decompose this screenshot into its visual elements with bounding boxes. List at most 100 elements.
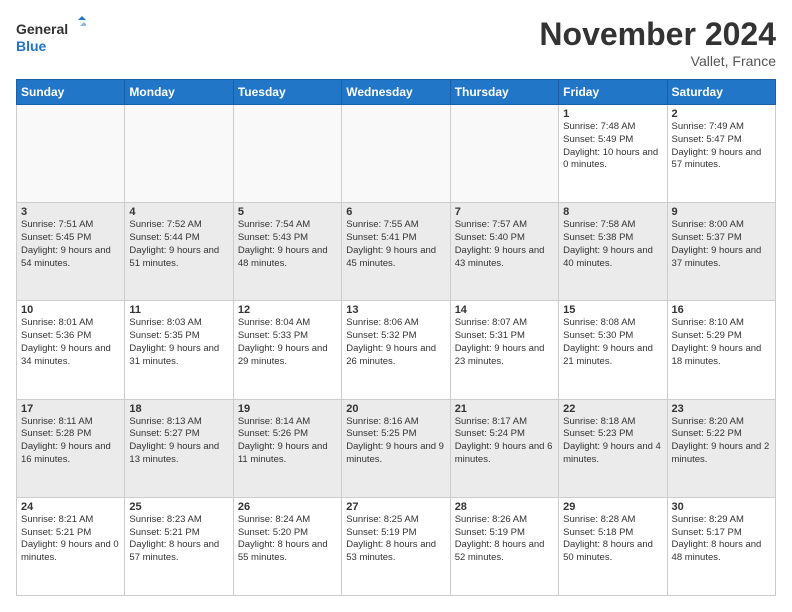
day-number: 8 [563, 206, 662, 218]
svg-text:General: General [16, 21, 68, 37]
day-number: 22 [563, 403, 662, 415]
calendar-day-cell: 4Sunrise: 7:52 AM Sunset: 5:44 PM Daylig… [125, 203, 233, 301]
day-number: 29 [563, 501, 662, 513]
header: General Blue November 2024 Vallet, Franc… [16, 16, 776, 69]
day-info: Sunrise: 8:14 AM Sunset: 5:26 PM Dayligh… [238, 416, 337, 467]
page: General Blue November 2024 Vallet, Franc… [0, 0, 792, 612]
calendar-day-cell: 24Sunrise: 8:21 AM Sunset: 5:21 PM Dayli… [17, 497, 125, 595]
month-title: November 2024 [539, 16, 776, 53]
calendar-day-cell: 15Sunrise: 8:08 AM Sunset: 5:30 PM Dayli… [559, 301, 667, 399]
day-number: 2 [672, 108, 771, 120]
day-info: Sunrise: 8:29 AM Sunset: 5:17 PM Dayligh… [672, 514, 771, 565]
day-info: Sunrise: 8:01 AM Sunset: 5:36 PM Dayligh… [21, 317, 120, 368]
calendar-weekday-header: Saturday [667, 80, 775, 105]
calendar-day-cell: 13Sunrise: 8:06 AM Sunset: 5:32 PM Dayli… [342, 301, 450, 399]
day-info: Sunrise: 8:18 AM Sunset: 5:23 PM Dayligh… [563, 416, 662, 467]
calendar-day-cell: 25Sunrise: 8:23 AM Sunset: 5:21 PM Dayli… [125, 497, 233, 595]
calendar-day-cell: 28Sunrise: 8:26 AM Sunset: 5:19 PM Dayli… [450, 497, 558, 595]
calendar-day-cell [450, 105, 558, 203]
calendar-week-row: 17Sunrise: 8:11 AM Sunset: 5:28 PM Dayli… [17, 399, 776, 497]
day-number: 6 [346, 206, 445, 218]
day-number: 20 [346, 403, 445, 415]
day-info: Sunrise: 7:55 AM Sunset: 5:41 PM Dayligh… [346, 219, 445, 270]
calendar-day-cell: 20Sunrise: 8:16 AM Sunset: 5:25 PM Dayli… [342, 399, 450, 497]
day-info: Sunrise: 7:49 AM Sunset: 5:47 PM Dayligh… [672, 121, 771, 172]
day-info: Sunrise: 8:16 AM Sunset: 5:25 PM Dayligh… [346, 416, 445, 467]
calendar-day-cell: 8Sunrise: 7:58 AM Sunset: 5:38 PM Daylig… [559, 203, 667, 301]
day-info: Sunrise: 7:48 AM Sunset: 5:49 PM Dayligh… [563, 121, 662, 172]
calendar-day-cell: 3Sunrise: 7:51 AM Sunset: 5:45 PM Daylig… [17, 203, 125, 301]
calendar-header-row: SundayMondayTuesdayWednesdayThursdayFrid… [17, 80, 776, 105]
logo: General Blue [16, 16, 86, 56]
calendar-weekday-header: Thursday [450, 80, 558, 105]
day-number: 17 [21, 403, 120, 415]
calendar-weekday-header: Friday [559, 80, 667, 105]
calendar-day-cell: 30Sunrise: 8:29 AM Sunset: 5:17 PM Dayli… [667, 497, 775, 595]
calendar-day-cell: 17Sunrise: 8:11 AM Sunset: 5:28 PM Dayli… [17, 399, 125, 497]
day-number: 16 [672, 304, 771, 316]
day-number: 19 [238, 403, 337, 415]
calendar-day-cell: 1Sunrise: 7:48 AM Sunset: 5:49 PM Daylig… [559, 105, 667, 203]
calendar-day-cell: 21Sunrise: 8:17 AM Sunset: 5:24 PM Dayli… [450, 399, 558, 497]
day-number: 12 [238, 304, 337, 316]
day-number: 1 [563, 108, 662, 120]
day-info: Sunrise: 8:08 AM Sunset: 5:30 PM Dayligh… [563, 317, 662, 368]
day-number: 30 [672, 501, 771, 513]
logo-svg: General Blue [16, 16, 86, 56]
day-info: Sunrise: 8:20 AM Sunset: 5:22 PM Dayligh… [672, 416, 771, 467]
day-number: 28 [455, 501, 554, 513]
calendar-day-cell: 10Sunrise: 8:01 AM Sunset: 5:36 PM Dayli… [17, 301, 125, 399]
calendar-weekday-header: Monday [125, 80, 233, 105]
day-info: Sunrise: 8:07 AM Sunset: 5:31 PM Dayligh… [455, 317, 554, 368]
day-number: 26 [238, 501, 337, 513]
location: Vallet, France [539, 53, 776, 69]
calendar-day-cell: 16Sunrise: 8:10 AM Sunset: 5:29 PM Dayli… [667, 301, 775, 399]
calendar-weekday-header: Tuesday [233, 80, 341, 105]
title-section: November 2024 Vallet, France [539, 16, 776, 69]
day-info: Sunrise: 8:24 AM Sunset: 5:20 PM Dayligh… [238, 514, 337, 565]
day-number: 23 [672, 403, 771, 415]
day-info: Sunrise: 8:13 AM Sunset: 5:27 PM Dayligh… [129, 416, 228, 467]
day-info: Sunrise: 8:23 AM Sunset: 5:21 PM Dayligh… [129, 514, 228, 565]
calendar-day-cell: 5Sunrise: 7:54 AM Sunset: 5:43 PM Daylig… [233, 203, 341, 301]
calendar-day-cell: 14Sunrise: 8:07 AM Sunset: 5:31 PM Dayli… [450, 301, 558, 399]
calendar-week-row: 1Sunrise: 7:48 AM Sunset: 5:49 PM Daylig… [17, 105, 776, 203]
calendar-week-row: 3Sunrise: 7:51 AM Sunset: 5:45 PM Daylig… [17, 203, 776, 301]
day-info: Sunrise: 8:04 AM Sunset: 5:33 PM Dayligh… [238, 317, 337, 368]
day-number: 21 [455, 403, 554, 415]
calendar-day-cell: 18Sunrise: 8:13 AM Sunset: 5:27 PM Dayli… [125, 399, 233, 497]
day-number: 27 [346, 501, 445, 513]
calendar-day-cell: 22Sunrise: 8:18 AM Sunset: 5:23 PM Dayli… [559, 399, 667, 497]
day-number: 13 [346, 304, 445, 316]
calendar-day-cell: 29Sunrise: 8:28 AM Sunset: 5:18 PM Dayli… [559, 497, 667, 595]
day-info: Sunrise: 8:26 AM Sunset: 5:19 PM Dayligh… [455, 514, 554, 565]
day-info: Sunrise: 7:51 AM Sunset: 5:45 PM Dayligh… [21, 219, 120, 270]
day-number: 5 [238, 206, 337, 218]
day-info: Sunrise: 7:58 AM Sunset: 5:38 PM Dayligh… [563, 219, 662, 270]
calendar-day-cell: 26Sunrise: 8:24 AM Sunset: 5:20 PM Dayli… [233, 497, 341, 595]
calendar-day-cell: 9Sunrise: 8:00 AM Sunset: 5:37 PM Daylig… [667, 203, 775, 301]
day-number: 9 [672, 206, 771, 218]
calendar-day-cell: 19Sunrise: 8:14 AM Sunset: 5:26 PM Dayli… [233, 399, 341, 497]
day-info: Sunrise: 8:25 AM Sunset: 5:19 PM Dayligh… [346, 514, 445, 565]
calendar-day-cell: 6Sunrise: 7:55 AM Sunset: 5:41 PM Daylig… [342, 203, 450, 301]
day-info: Sunrise: 7:52 AM Sunset: 5:44 PM Dayligh… [129, 219, 228, 270]
calendar-day-cell [125, 105, 233, 203]
day-info: Sunrise: 8:28 AM Sunset: 5:18 PM Dayligh… [563, 514, 662, 565]
calendar-day-cell: 11Sunrise: 8:03 AM Sunset: 5:35 PM Dayli… [125, 301, 233, 399]
day-number: 24 [21, 501, 120, 513]
calendar-day-cell: 2Sunrise: 7:49 AM Sunset: 5:47 PM Daylig… [667, 105, 775, 203]
day-number: 3 [21, 206, 120, 218]
day-number: 14 [455, 304, 554, 316]
day-number: 15 [563, 304, 662, 316]
day-info: Sunrise: 8:10 AM Sunset: 5:29 PM Dayligh… [672, 317, 771, 368]
calendar-table: SundayMondayTuesdayWednesdayThursdayFrid… [16, 79, 776, 596]
calendar-day-cell: 23Sunrise: 8:20 AM Sunset: 5:22 PM Dayli… [667, 399, 775, 497]
day-info: Sunrise: 8:17 AM Sunset: 5:24 PM Dayligh… [455, 416, 554, 467]
calendar-weekday-header: Wednesday [342, 80, 450, 105]
day-number: 4 [129, 206, 228, 218]
day-info: Sunrise: 7:54 AM Sunset: 5:43 PM Dayligh… [238, 219, 337, 270]
day-number: 11 [129, 304, 228, 316]
day-info: Sunrise: 8:11 AM Sunset: 5:28 PM Dayligh… [21, 416, 120, 467]
calendar-week-row: 24Sunrise: 8:21 AM Sunset: 5:21 PM Dayli… [17, 497, 776, 595]
